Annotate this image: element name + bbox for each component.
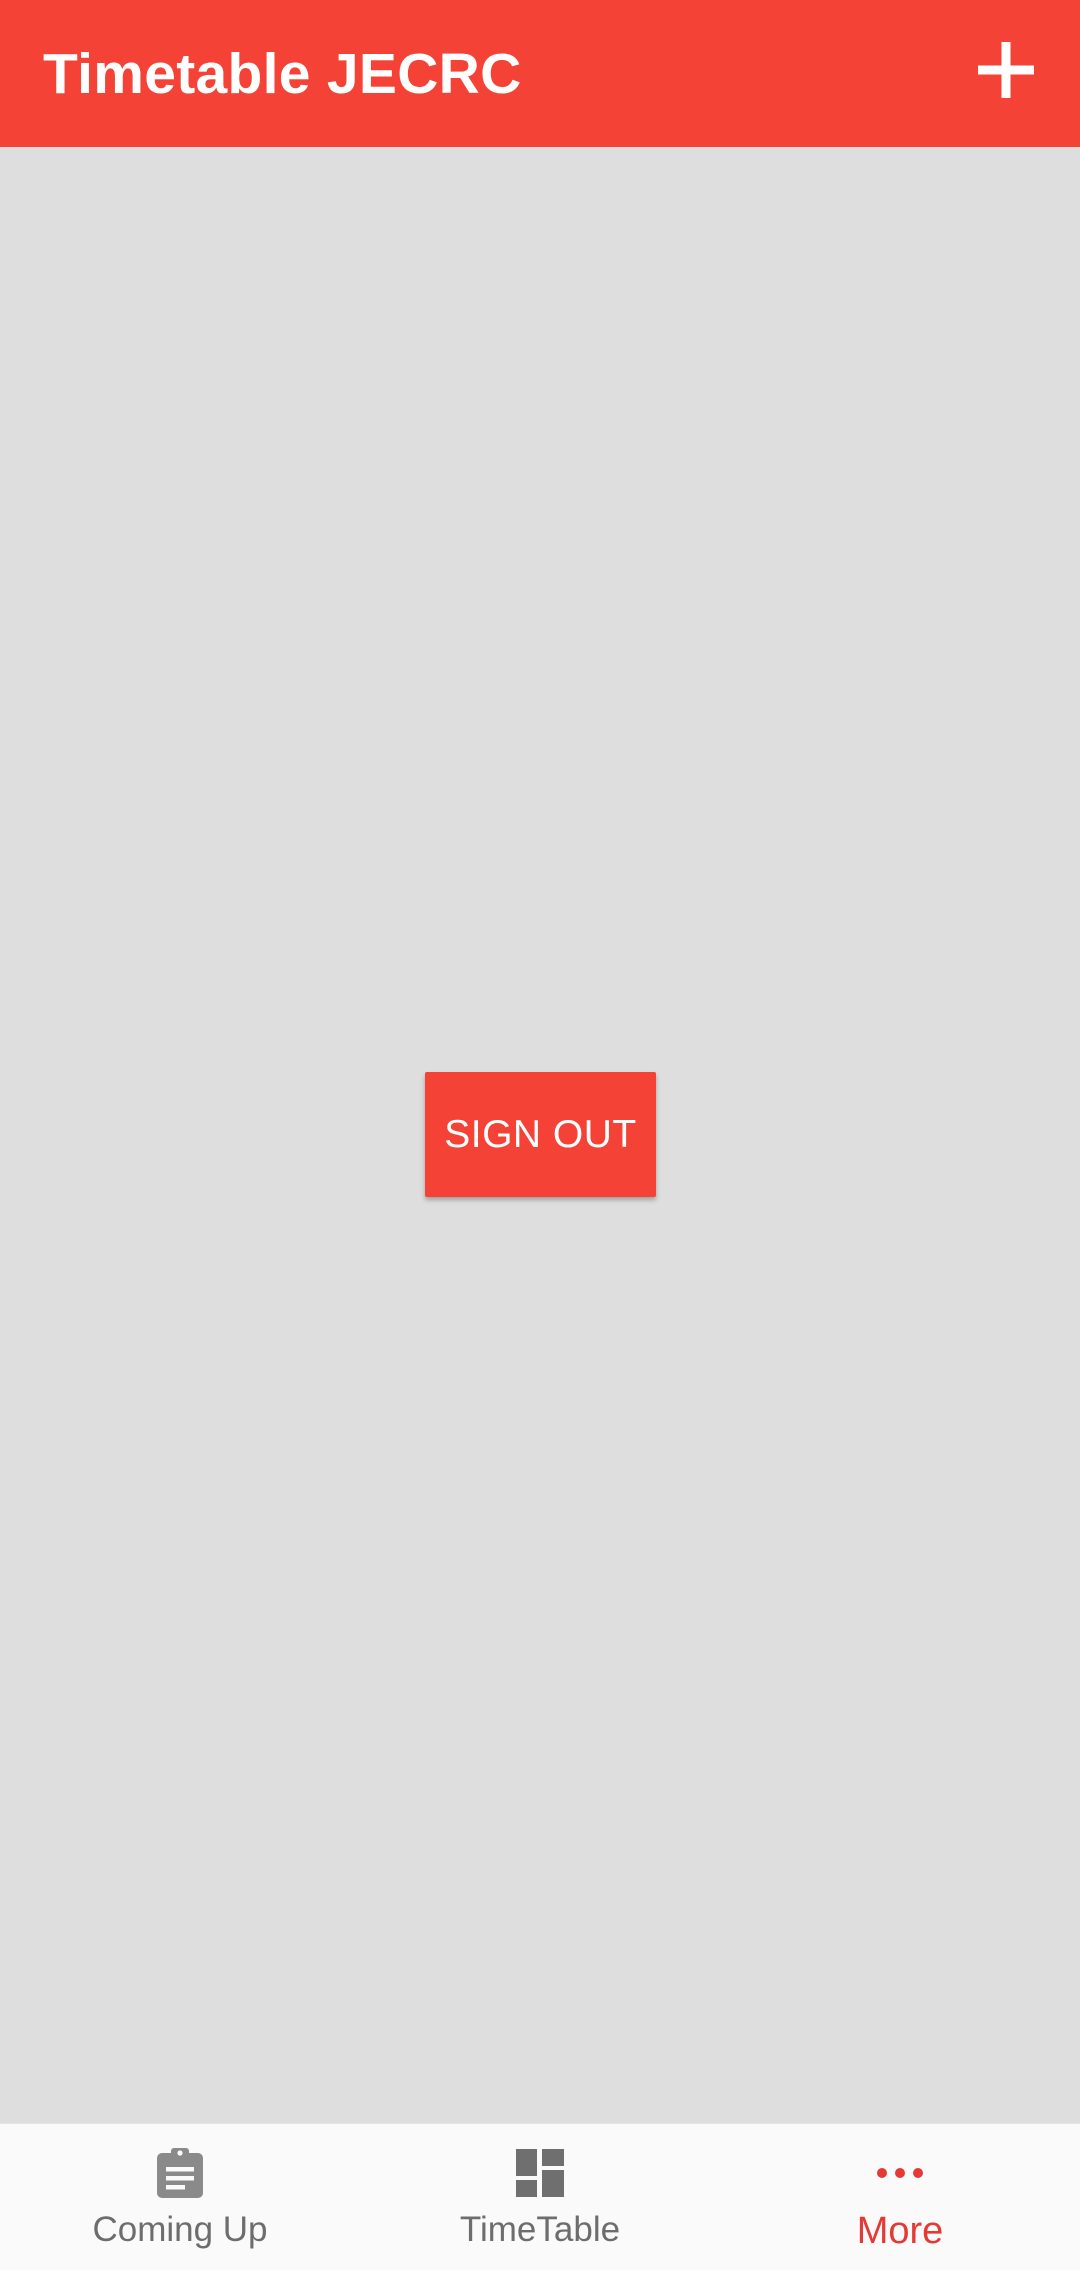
nav-label-coming-up: Coming Up: [92, 2210, 268, 2249]
clipboard-icon: [153, 2146, 207, 2200]
app-title: Timetable JECRC: [43, 41, 522, 106]
nav-label-more: More: [856, 2210, 944, 2252]
plus-icon: [978, 41, 1034, 98]
sign-out-button[interactable]: SIGN OUT: [425, 1072, 656, 1197]
nav-item-timetable[interactable]: TimeTable: [360, 2124, 720, 2270]
dashboard-icon: [513, 2146, 567, 2200]
nav-item-coming-up[interactable]: Coming Up: [0, 2124, 360, 2270]
more-horizontal-icon: [873, 2146, 927, 2200]
bottom-navigation: Coming Up TimeTable More: [0, 2123, 1080, 2270]
nav-label-timetable: TimeTable: [459, 2210, 621, 2249]
main-content: SIGN OUT: [0, 147, 1080, 2123]
app-bar: Timetable JECRC: [0, 0, 1080, 147]
add-button[interactable]: [976, 40, 1036, 100]
app-screen: Timetable JECRC SIGN OUT Coming Up TimeT…: [0, 0, 1080, 2270]
nav-item-more[interactable]: More: [720, 2124, 1080, 2270]
